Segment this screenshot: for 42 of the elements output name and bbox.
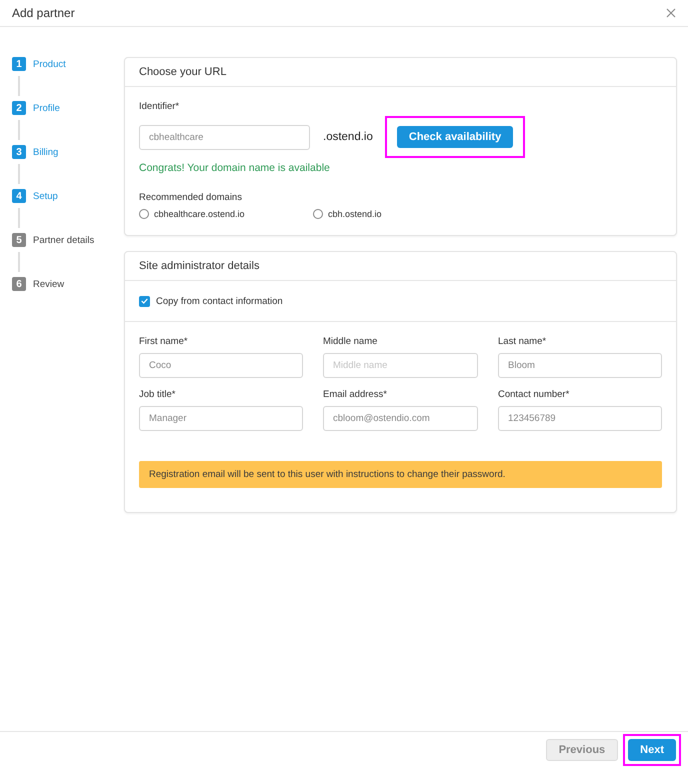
text-field[interactable]: Coco — [139, 353, 303, 378]
field-label: Last name* — [498, 336, 548, 347]
close-icon[interactable] — [666, 8, 676, 18]
step-label[interactable]: Product — [33, 58, 66, 70]
field-label: First name* — [139, 336, 189, 347]
step-label[interactable]: Review — [33, 278, 64, 290]
step-label[interactable]: Billing — [33, 146, 58, 158]
next-button[interactable]: Next — [628, 739, 676, 761]
text-field[interactable]: Middle name — [323, 353, 478, 378]
step-number: 5 — [12, 233, 26, 247]
step-number: 6 — [12, 277, 26, 291]
step-number: 2 — [12, 101, 26, 115]
radio-label: cbh.ostend.io — [328, 209, 382, 219]
field-label: Middle name — [323, 336, 378, 347]
identifier-field[interactable]: cbhealthcare — [139, 124, 310, 150]
field-label: Email address* — [323, 389, 388, 400]
card-title: Choose your URL — [139, 66, 226, 78]
field-label: Job title* — [139, 389, 176, 400]
step-label[interactable]: Setup — [33, 190, 58, 202]
step-number: 4 — [12, 189, 26, 203]
check-availability-button[interactable]: Check availability — [396, 126, 514, 148]
checkbox[interactable] — [139, 296, 150, 306]
step-label[interactable]: Profile — [33, 102, 60, 114]
checkbox-label: Copy from contact information — [156, 296, 283, 306]
step-number: 1 — [12, 57, 26, 71]
text-field[interactable]: cbloom@ostendio.com — [323, 406, 478, 431]
field-label: Contact number* — [498, 389, 570, 400]
step-label[interactable]: Partner details — [33, 234, 94, 246]
text-field[interactable]: Bloom — [498, 353, 662, 378]
section-label: Recommended domains — [139, 192, 243, 203]
success-message: Congrats! Your domain name is available — [139, 162, 330, 174]
radio-label: cbhealthcare.ostend.io — [154, 209, 245, 219]
notice-banner: Registration email will be sent to this user with instructions to change their password. — [139, 461, 662, 488]
text-field[interactable]: Manager — [139, 406, 303, 431]
card-title: Site administrator details — [139, 260, 260, 272]
domain-suffix: .ostend.io — [323, 131, 373, 143]
radio-button[interactable] — [313, 209, 323, 219]
step-number: 3 — [12, 145, 26, 159]
text-field[interactable]: 123456789 — [498, 406, 662, 431]
field-label: Identifier* — [139, 101, 180, 112]
dialog-title: Add partner — [12, 6, 75, 20]
radio-button[interactable] — [139, 209, 149, 219]
